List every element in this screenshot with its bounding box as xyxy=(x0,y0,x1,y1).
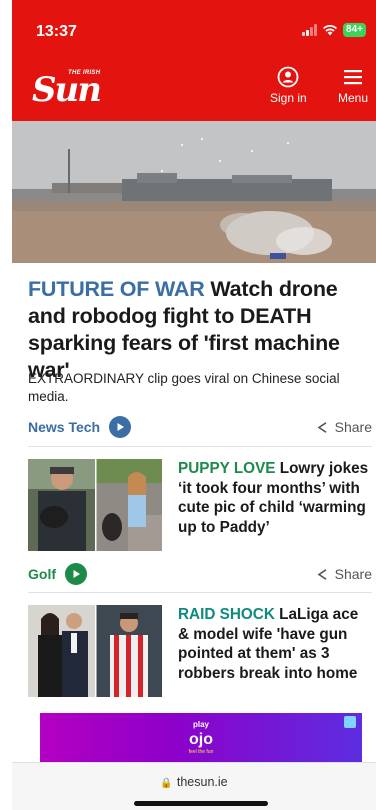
browser-url-bar[interactable]: 🔒 thesun.ie xyxy=(12,762,376,810)
site-logo[interactable]: Sun THE IRISH xyxy=(32,66,122,110)
home-indicator[interactable] xyxy=(134,801,268,806)
lead-story-kicker: FUTURE OF WAR xyxy=(28,277,205,301)
battery-indicator: 84+ xyxy=(343,23,366,37)
signal-icon xyxy=(302,24,318,36)
video-play-icon[interactable] xyxy=(65,563,87,585)
sign-in-button[interactable]: Sign in xyxy=(270,66,307,105)
footballer-and-wife-picture xyxy=(28,605,162,697)
lead-story-headline[interactable]: FUTURE OF WAR Watch drone and robodog fi… xyxy=(28,276,363,384)
menu-label: Menu xyxy=(338,91,369,105)
logo-main-text: Sun xyxy=(32,70,102,110)
play-ojo-logo: play ojo feel the fun xyxy=(189,720,214,755)
share-icon xyxy=(317,568,327,580)
ad-tagline: feel the fun xyxy=(189,749,214,755)
user-icon xyxy=(277,66,299,88)
status-time: 13:37 xyxy=(36,23,77,40)
story-headline-raid-shock[interactable]: RAID SHOCK LaLiga ace & model wife 'have… xyxy=(178,605,370,683)
app-frame: 13:37 84+ Sun THE IRISH Sign in Menu FUT… xyxy=(12,0,376,810)
story-headline-puppy-love[interactable]: PUPPY LOVE Lowry jokes ‘it took four mon… xyxy=(178,459,370,537)
status-icons: 84+ xyxy=(302,23,366,37)
wifi-icon xyxy=(323,25,338,36)
hamburger-icon xyxy=(344,70,363,85)
ad-brand-play: play xyxy=(193,720,210,729)
share-label: Share xyxy=(334,566,372,582)
ad-brand-ojo: ojo xyxy=(189,731,213,748)
lock-icon: 🔒 xyxy=(160,778,173,789)
share-icon xyxy=(317,421,327,433)
story-thumbnail-raid-shock[interactable] xyxy=(28,605,162,697)
logo-small-text: THE IRISH xyxy=(68,70,101,76)
url-text: thesun.ie xyxy=(176,775,228,789)
divider xyxy=(28,592,372,593)
story-kicker: RAID SHOCK xyxy=(178,606,275,623)
lead-story-standfirst: EXTRAORDINARY clip goes viral on Chinese… xyxy=(28,371,340,404)
story-kicker: PUPPY LOVE xyxy=(178,460,276,477)
share-button[interactable]: Share xyxy=(316,419,372,435)
divider xyxy=(28,446,372,447)
url-display[interactable]: 🔒 thesun.ie xyxy=(12,775,376,789)
share-label: Share xyxy=(334,419,372,435)
golfer-with-child-picture xyxy=(28,459,162,551)
sign-in-label: Sign in xyxy=(270,91,307,105)
share-button[interactable]: Share xyxy=(316,566,372,582)
site-header: 13:37 84+ Sun THE IRISH Sign in Menu xyxy=(12,0,376,121)
menu-button[interactable]: Menu xyxy=(338,66,368,105)
ad-choices-icon[interactable] xyxy=(344,716,356,728)
lead-story-image[interactable] xyxy=(12,121,376,263)
lead-story-meta: News Tech Share xyxy=(28,416,372,438)
section-tag-golf[interactable]: Golf xyxy=(28,566,56,582)
story-thumbnail-puppy-love[interactable] xyxy=(28,459,162,551)
video-play-icon[interactable] xyxy=(109,416,132,438)
advertisement-banner[interactable]: play ojo feel the fun xyxy=(40,713,362,763)
drone-battlefield-picture xyxy=(12,121,376,263)
story-meta-golf: Golf Share xyxy=(28,563,372,585)
section-tag-news-tech[interactable]: News Tech xyxy=(28,419,100,435)
